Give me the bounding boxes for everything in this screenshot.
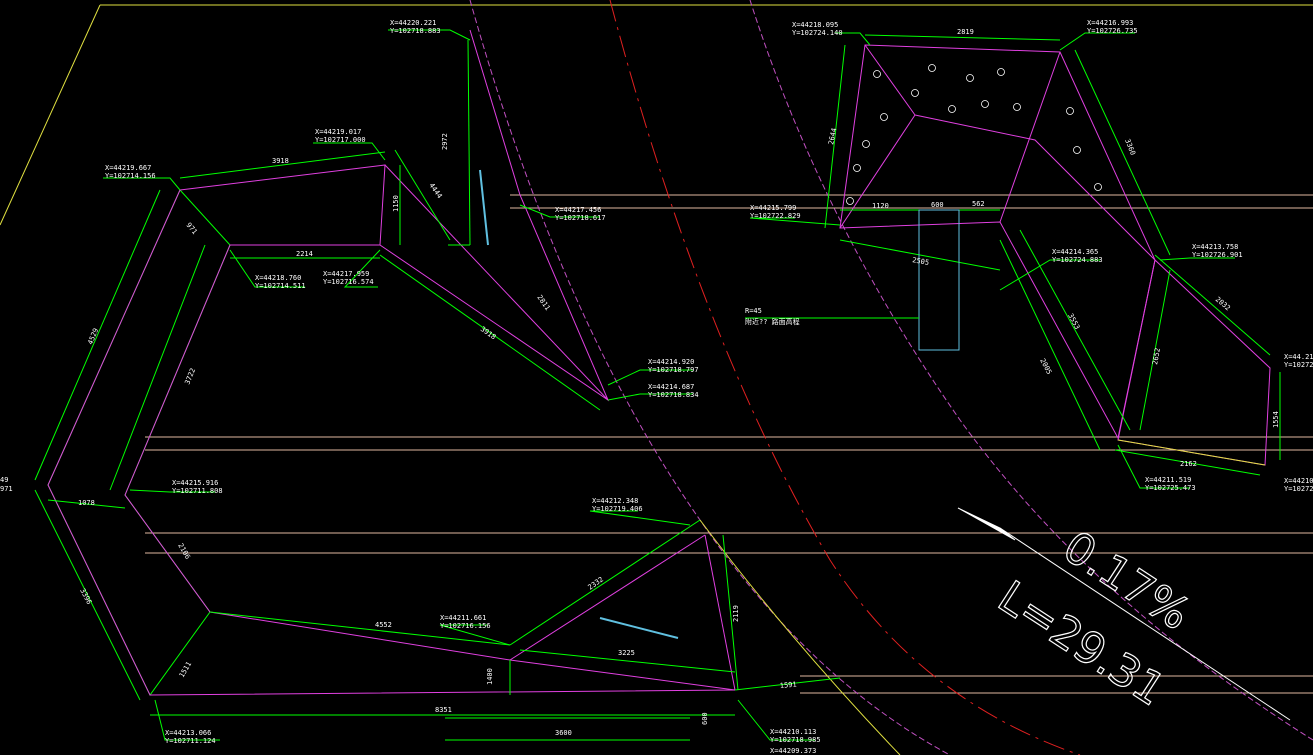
- dimension-value: 1591: [779, 681, 796, 690]
- partial-label: Y=10272: [1284, 361, 1313, 369]
- dimension-value: 2811: [535, 294, 551, 312]
- coord-y: Y=102724.883: [1052, 256, 1103, 264]
- dimension-value: 2505: [912, 256, 930, 267]
- dimension-value: 2032: [1214, 295, 1232, 312]
- dimension-value: 3360: [1123, 138, 1137, 157]
- coord-y: Y=102725.473: [1145, 484, 1196, 492]
- dimension-value: 4529: [86, 327, 100, 346]
- partial-label: X=44209.373: [770, 747, 816, 755]
- coord-y: Y=102711.124: [165, 737, 216, 745]
- slope-arrow-icon: [957, 507, 1016, 541]
- coord-x: X=44210.113: [770, 728, 816, 736]
- coord-y: Y=102726.735: [1087, 27, 1138, 35]
- coord-x: X=44218.760: [255, 274, 301, 282]
- coord-y: Y=102719.406: [592, 505, 643, 513]
- coord-x: X=44214.365: [1052, 248, 1098, 256]
- dimension-value: 2644: [827, 127, 838, 145]
- coord-x: X=44216.993: [1087, 19, 1133, 27]
- coord-x: X=44217.456: [555, 206, 601, 214]
- dimension-value: 1554: [1272, 411, 1280, 428]
- elevation-annotation: R=45 附近?? 路面高程: [745, 307, 800, 326]
- partial-label: 49: [0, 476, 8, 484]
- coord-x: X=44213.066: [165, 729, 211, 737]
- dimension-value: 1511: [178, 660, 193, 679]
- dimension-value: 2162: [1180, 460, 1197, 468]
- coord-x: X=44214.920: [648, 358, 694, 366]
- dimension-value: 2332: [587, 575, 605, 591]
- coord-x: X=44217.959: [323, 270, 369, 278]
- coord-y: Y=102718.797: [648, 366, 699, 374]
- coord-y: Y=102716.156: [440, 622, 491, 630]
- coord-y: Y=102718.834: [648, 391, 699, 399]
- coord-y: Y=102724.140: [792, 29, 843, 37]
- dimension-value: 2106: [176, 542, 191, 561]
- dimension-value: 2819: [957, 28, 974, 36]
- dimension-value: 1120: [872, 202, 889, 210]
- coord-y: Y=102714.511: [255, 282, 306, 290]
- cad-drawing-canvas[interactable]: X=44220.221 Y=102718.883 X=44219.017 Y=1…: [0, 0, 1313, 755]
- dimension-value: 3396: [78, 587, 93, 606]
- partial-label: X=44.21: [1284, 353, 1313, 361]
- coord-x: X=44213.758: [1192, 243, 1238, 251]
- slab-polygon-left[interactable]: [34, 29, 841, 741]
- coord-x: X=44219.017: [315, 128, 361, 136]
- dimension-value: 3600: [555, 729, 572, 737]
- dimension-value: 2972: [441, 133, 449, 150]
- partial-label: Y=10272: [1284, 485, 1313, 493]
- dimension-value: 1078: [78, 499, 95, 507]
- coord-x: X=44211.661: [440, 614, 486, 622]
- coord-x: X=44218.095: [792, 21, 838, 29]
- coord-y: Y=102714.156: [105, 172, 156, 180]
- coord-x: X=44212.348: [592, 497, 638, 505]
- dimension-value: 600: [931, 201, 944, 209]
- dimension-value: 1150: [392, 195, 400, 212]
- dimension-value: 2119: [732, 605, 740, 622]
- dimension-value: 3722: [183, 367, 197, 386]
- coord-x: X=44215.799: [750, 204, 796, 212]
- coord-x: X=44211.519: [1145, 476, 1191, 484]
- coord-x: X=44215.916: [172, 479, 218, 487]
- dimension-value: 8351: [435, 706, 452, 714]
- coord-y: Y=102718.985: [770, 736, 821, 744]
- dimension-value: 2005: [1038, 357, 1053, 376]
- coord-y: Y=102718.883: [390, 27, 441, 35]
- dimension-value: 971: [184, 221, 198, 236]
- dimension-value: 1400: [486, 668, 494, 685]
- dimension-value: 3918: [272, 157, 289, 165]
- coord-y: Y=102722.829: [750, 212, 801, 220]
- dimension-value: 4444: [427, 182, 443, 200]
- coord-y: Y=102726.901: [1192, 251, 1243, 259]
- coord-x: X=44220.221: [390, 19, 436, 27]
- slope-indicator: 0.17% L=29.31: [957, 507, 1291, 721]
- coord-y: Y=102718.617: [555, 214, 606, 222]
- dimension-value: 3553: [1066, 312, 1081, 331]
- coord-x: X=44214.687: [648, 383, 694, 391]
- coord-x: X=44219.667: [105, 164, 151, 172]
- dimension-value: 4552: [375, 621, 392, 629]
- dimension-value: 2214: [296, 250, 313, 258]
- coord-y: Y=102711.808: [172, 487, 223, 495]
- annotation-line-1: R=45: [745, 307, 762, 315]
- coord-y: Y=102716.574: [323, 278, 374, 286]
- partial-label: X=44210: [1284, 477, 1313, 485]
- dimension-value: 3225: [618, 649, 635, 657]
- dimension-value: 600: [701, 712, 709, 725]
- dimension-value: 3918: [479, 325, 497, 341]
- coord-y: Y=102717.000: [315, 136, 366, 144]
- dimension-value: 562: [972, 200, 985, 208]
- dimension-value: 2652: [1151, 347, 1162, 365]
- partial-label: 971: [0, 485, 13, 493]
- annotation-line-2: 附近?? 路面高程: [745, 317, 800, 326]
